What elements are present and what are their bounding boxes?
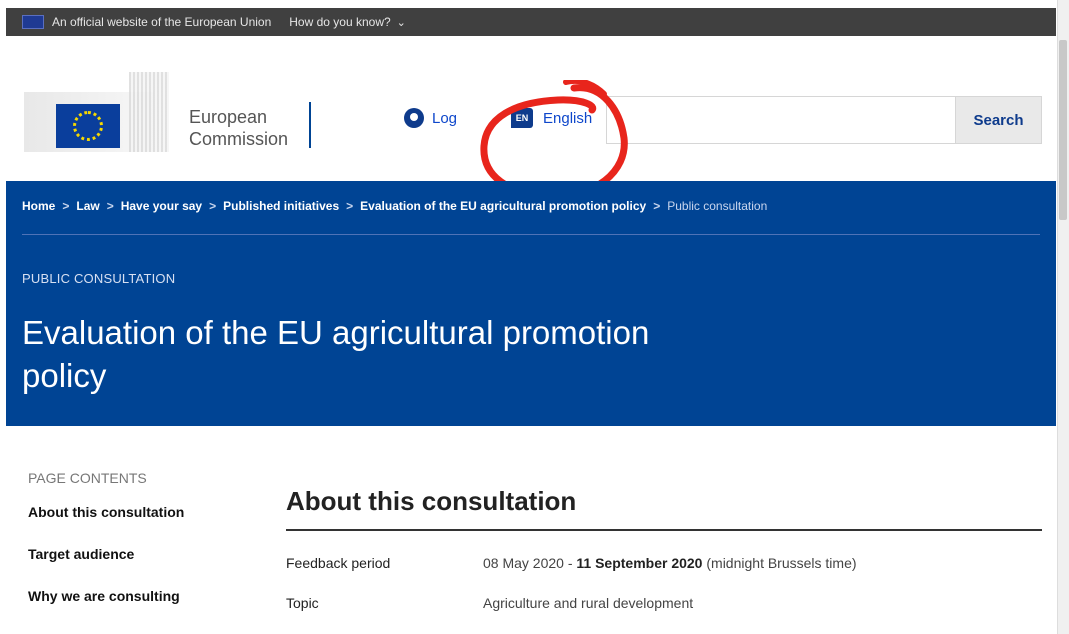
logo-line-1: European	[189, 107, 268, 127]
search-button[interactable]: Search	[955, 97, 1041, 143]
feedback-end: 11 September 2020	[576, 555, 703, 571]
nav-about-consultation[interactable]: About this consultation	[28, 504, 238, 520]
breadcrumb-separator-icon: >	[209, 199, 217, 213]
breadcrumb-separator-icon: >	[62, 199, 70, 213]
login-link[interactable]: Log	[404, 108, 457, 128]
logo-text: European Commission	[189, 106, 288, 150]
page-contents-heading: PAGE CONTENTS	[28, 470, 147, 486]
language-icon: EN	[511, 108, 533, 128]
page-contents-nav: PAGE CONTENTS About this consultation Ta…	[28, 470, 238, 630]
logo-line-2: Commission	[189, 129, 289, 149]
search-input[interactable]	[607, 97, 955, 143]
breadcrumb-separator-icon: >	[346, 199, 354, 213]
page-title: Evaluation of the EU agricultural promot…	[22, 314, 650, 394]
breadcrumb-separator-icon: >	[106, 199, 114, 213]
feedback-start: 08 May 2020 -	[483, 555, 577, 571]
feedback-period-row: Feedback period 08 May 2020 - 11 Septemb…	[286, 555, 1042, 571]
stars-icon	[73, 111, 103, 141]
page-type-label: PUBLIC CONSULTATION	[22, 271, 176, 286]
breadcrumb-law[interactable]: Law	[76, 199, 99, 213]
official-eu-bar: An official website of the European Unio…	[6, 8, 1056, 36]
section-title: About this consultation	[286, 486, 1042, 531]
feedback-period-value: 08 May 2020 - 11 September 2020 (midnigh…	[483, 555, 857, 571]
login-label: Log	[432, 109, 458, 127]
chevron-down-icon: ⌄	[396, 16, 406, 29]
how-do-you-know-label: How do you know?	[289, 15, 391, 29]
eu-flag-logo-icon	[56, 104, 120, 148]
user-icon	[404, 108, 424, 128]
official-text: An official website of the European Unio…	[52, 15, 272, 29]
breadcrumb-current: Public consultation	[667, 199, 768, 213]
logo-divider	[309, 102, 311, 148]
site-header: European Commission Log EN English Searc…	[6, 36, 1056, 200]
main-content: About this consultation Feedback period …	[286, 486, 1042, 611]
feedback-period-label: Feedback period	[286, 555, 391, 571]
logo-building-graphic	[129, 72, 169, 152]
feedback-note: (midnight Brussels time)	[706, 555, 857, 571]
nav-why-consulting[interactable]: Why we are consulting	[28, 588, 238, 604]
breadcrumb-separator-icon: >	[653, 199, 661, 213]
page-scrollbar[interactable]	[1057, 0, 1069, 634]
language-selector[interactable]: EN English	[511, 108, 592, 128]
eu-flag-icon	[22, 15, 44, 29]
breadcrumb: Home > Law > Have your say > Published i…	[22, 199, 767, 213]
search-form: Search	[606, 96, 1042, 144]
language-label: English	[543, 109, 593, 127]
breadcrumb-home[interactable]: Home	[22, 199, 55, 213]
topic-row: Topic Agriculture and rural development	[286, 595, 1042, 611]
topic-value: Agriculture and rural development	[483, 595, 694, 611]
breadcrumb-have-your-say[interactable]: Have your say	[121, 199, 202, 213]
topic-label: Topic	[286, 595, 319, 611]
breadcrumb-initiative[interactable]: Evaluation of the EU agricultural promot…	[360, 199, 646, 213]
page-banner: Home > Law > Have your say > Published i…	[6, 181, 1056, 426]
ec-logo[interactable]: European Commission	[24, 72, 324, 152]
how-do-you-know-toggle[interactable]: How do you know? ⌄	[289, 15, 406, 29]
scrollbar-thumb[interactable]	[1059, 40, 1067, 220]
nav-target-audience[interactable]: Target audience	[28, 546, 238, 562]
breadcrumb-published-initiatives[interactable]: Published initiatives	[223, 199, 339, 213]
banner-divider	[22, 234, 1040, 235]
